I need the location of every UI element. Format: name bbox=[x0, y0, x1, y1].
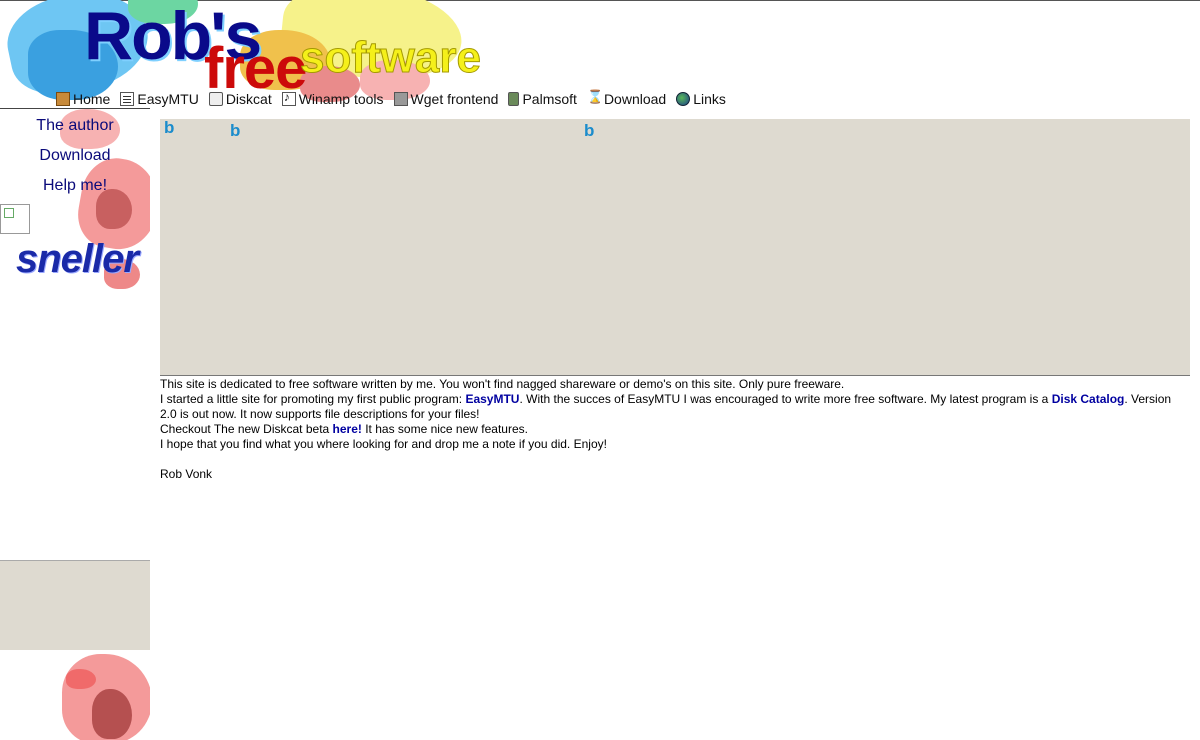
bing-icon[interactable] bbox=[228, 121, 242, 141]
nav-label: Home bbox=[73, 91, 111, 107]
map-region-red bbox=[66, 669, 96, 689]
nav-diskcat[interactable]: Diskcat bbox=[208, 91, 272, 107]
box-icon bbox=[56, 92, 70, 106]
nav-label: Links bbox=[693, 91, 726, 107]
promo-paragraph: I started a little site for promoting my… bbox=[160, 392, 1190, 422]
nav-label: Winamp tools bbox=[298, 91, 384, 107]
nav-winamp-tools[interactable]: Winamp tools bbox=[281, 90, 384, 107]
main-content: This site is dedicated to free software … bbox=[160, 377, 1190, 482]
link-disk-catalog[interactable]: Disk Catalog bbox=[1052, 392, 1125, 406]
link-here[interactable]: here! bbox=[333, 422, 362, 436]
nav-label: EasyMTU bbox=[137, 91, 199, 107]
map-region-dark bbox=[92, 689, 132, 739]
nav-home[interactable]: Home bbox=[56, 91, 110, 107]
promo-text: I started a little site for promoting my… bbox=[160, 392, 466, 406]
hourglass-icon bbox=[587, 89, 603, 106]
beta-text: It has some nice new features. bbox=[361, 422, 528, 436]
nav-label: Palmsoft bbox=[522, 91, 577, 107]
logo-software: software bbox=[300, 33, 482, 82]
music-note-icon bbox=[281, 90, 296, 106]
network-icon bbox=[393, 92, 408, 106]
nav-label: Diskcat bbox=[225, 91, 272, 107]
intro-line: This site is dedicated to free software … bbox=[160, 377, 845, 391]
link-easymtu[interactable]: EasyMTU bbox=[465, 392, 519, 406]
disk-icon bbox=[208, 92, 223, 106]
nav-palmsoft[interactable]: Palmsoft bbox=[508, 91, 577, 107]
nav-wget-frontend[interactable]: Wget frontend bbox=[393, 91, 499, 107]
banner-frame bbox=[160, 118, 1190, 376]
map-brazil bbox=[96, 189, 132, 229]
signature: Rob Vonk bbox=[160, 467, 213, 481]
globe-icon bbox=[676, 92, 691, 106]
broken-image-icon[interactable] bbox=[0, 204, 30, 234]
sidebar-link-help[interactable]: Help me! bbox=[0, 177, 150, 195]
bing-icon[interactable] bbox=[582, 121, 596, 141]
main-nav: Home EasyMTU Diskcat Winamp tools Wget f… bbox=[56, 89, 732, 109]
palm-device-icon bbox=[508, 92, 520, 106]
nav-download[interactable]: Download bbox=[587, 89, 667, 107]
sidebar-gray-panel bbox=[0, 560, 150, 650]
sneller-badge[interactable]: sneller bbox=[16, 237, 139, 282]
promo-text: . With the succes of EasyMTU I was encou… bbox=[519, 392, 1052, 406]
closing-line: I hope that you find what you where look… bbox=[160, 437, 607, 451]
document-icon bbox=[120, 92, 135, 106]
sidebar-link-download[interactable]: Download bbox=[0, 147, 150, 165]
nav-label: Wget frontend bbox=[410, 91, 499, 107]
nav-links[interactable]: Links bbox=[676, 91, 726, 107]
nav-easymtu[interactable]: EasyMTU bbox=[120, 91, 199, 107]
sidebar: The author Download Help me! sneller bbox=[0, 109, 150, 740]
sidebar-link-author[interactable]: The author bbox=[0, 117, 150, 135]
nav-label: Download bbox=[603, 91, 667, 107]
beta-text: Checkout The new Diskcat beta bbox=[160, 422, 333, 436]
beta-line: Checkout The new Diskcat beta here! It h… bbox=[160, 422, 1190, 437]
bing-icon[interactable] bbox=[162, 118, 176, 138]
